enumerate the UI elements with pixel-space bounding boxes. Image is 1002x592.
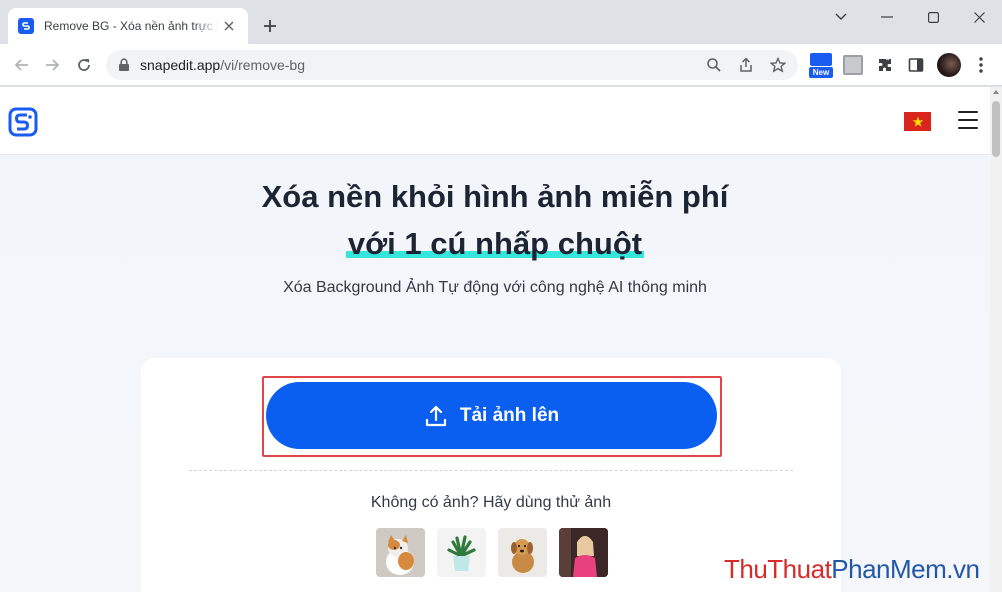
url-host: snapedit.app (140, 57, 221, 73)
extensions-puzzle-icon[interactable] (874, 54, 896, 76)
minimize-window-button[interactable] (864, 4, 910, 30)
sample-prompt: Không có ảnh? Hãy dùng thử ảnh (370, 494, 612, 511)
hero-title: Xóa nền khỏi hình ảnh miễn phí (261, 179, 729, 214)
sample-thumbnails (376, 528, 608, 577)
hero-title-line2: với 1 cú nhấp chuột (0, 222, 990, 266)
hero-subtitle: Xóa Background Ảnh Tự động với công nghệ… (283, 279, 707, 296)
watermark-part2: PhanMem (831, 554, 947, 584)
close-window-button[interactable] (956, 4, 1002, 30)
vietnam-flag-icon[interactable] (904, 112, 931, 131)
sample-woman-image[interactable] (559, 528, 608, 577)
address-bar[interactable]: snapedit.app/vi/remove-bg (106, 50, 798, 80)
browser-toolbar: snapedit.app/vi/remove-bg New (0, 44, 1002, 86)
browser-tab[interactable]: Remove BG - Xóa nền ảnh trực tuyến (8, 8, 248, 44)
scroll-up-arrow-icon[interactable] (993, 90, 999, 94)
snapedit-favicon-icon (18, 18, 34, 34)
sample-puppy-image[interactable] (498, 528, 547, 577)
upload-icon (425, 405, 446, 426)
sample-cat-image[interactable] (376, 528, 425, 577)
page-viewport: Xóa nền khỏi hình ảnh miễn phí với 1 cú … (0, 87, 990, 592)
hero-highlight-text: với 1 cú nhấp chuột (345, 226, 645, 261)
tab-title: Remove BG - Xóa nền ảnh trực tuyến (44, 19, 219, 33)
new-tab-button[interactable] (258, 14, 282, 38)
site-header (0, 87, 990, 155)
snapedit-extension-icon[interactable]: New (809, 52, 833, 78)
maximize-window-button[interactable] (910, 4, 956, 30)
page-scrollbar[interactable] (990, 87, 1002, 592)
profile-avatar[interactable] (937, 53, 961, 77)
snapedit-logo-icon[interactable] (8, 107, 38, 137)
tab-search-chevron-icon[interactable] (818, 4, 864, 30)
divider (189, 470, 793, 471)
extension-new-badge: New (809, 66, 833, 78)
hamburger-menu-icon[interactable] (958, 111, 978, 129)
url-text: snapedit.app/vi/remove-bg (140, 57, 305, 73)
zoom-search-icon[interactable] (706, 57, 722, 73)
profile-extension-icon[interactable] (842, 54, 864, 76)
side-panel-icon[interactable] (905, 54, 927, 76)
sample-plant-image[interactable] (437, 528, 486, 577)
back-arrow-icon[interactable] (8, 51, 36, 79)
forward-arrow-icon[interactable] (38, 51, 66, 79)
browser-titlebar: Remove BG - Xóa nền ảnh trực tuyến (0, 0, 1002, 44)
watermark-part1: ThuThuat (724, 554, 832, 584)
watermark-part3: .vn (946, 554, 980, 584)
upload-button-label: Tải ảnh lên (459, 404, 560, 426)
lock-icon[interactable] (118, 58, 130, 72)
bookmark-star-icon[interactable] (770, 57, 786, 73)
reload-icon[interactable] (70, 51, 98, 79)
url-path: /vi/remove-bg (220, 57, 305, 73)
close-tab-icon[interactable] (220, 17, 238, 35)
upload-image-button[interactable]: Tải ảnh lên (266, 382, 717, 449)
watermark-logo: ThuThuatPhanMem.vn (724, 554, 980, 585)
scroll-thumb[interactable] (992, 101, 1000, 157)
share-icon[interactable] (738, 57, 754, 73)
extension-logo-icon (810, 52, 832, 66)
browser-menu-icon[interactable] (970, 54, 992, 76)
